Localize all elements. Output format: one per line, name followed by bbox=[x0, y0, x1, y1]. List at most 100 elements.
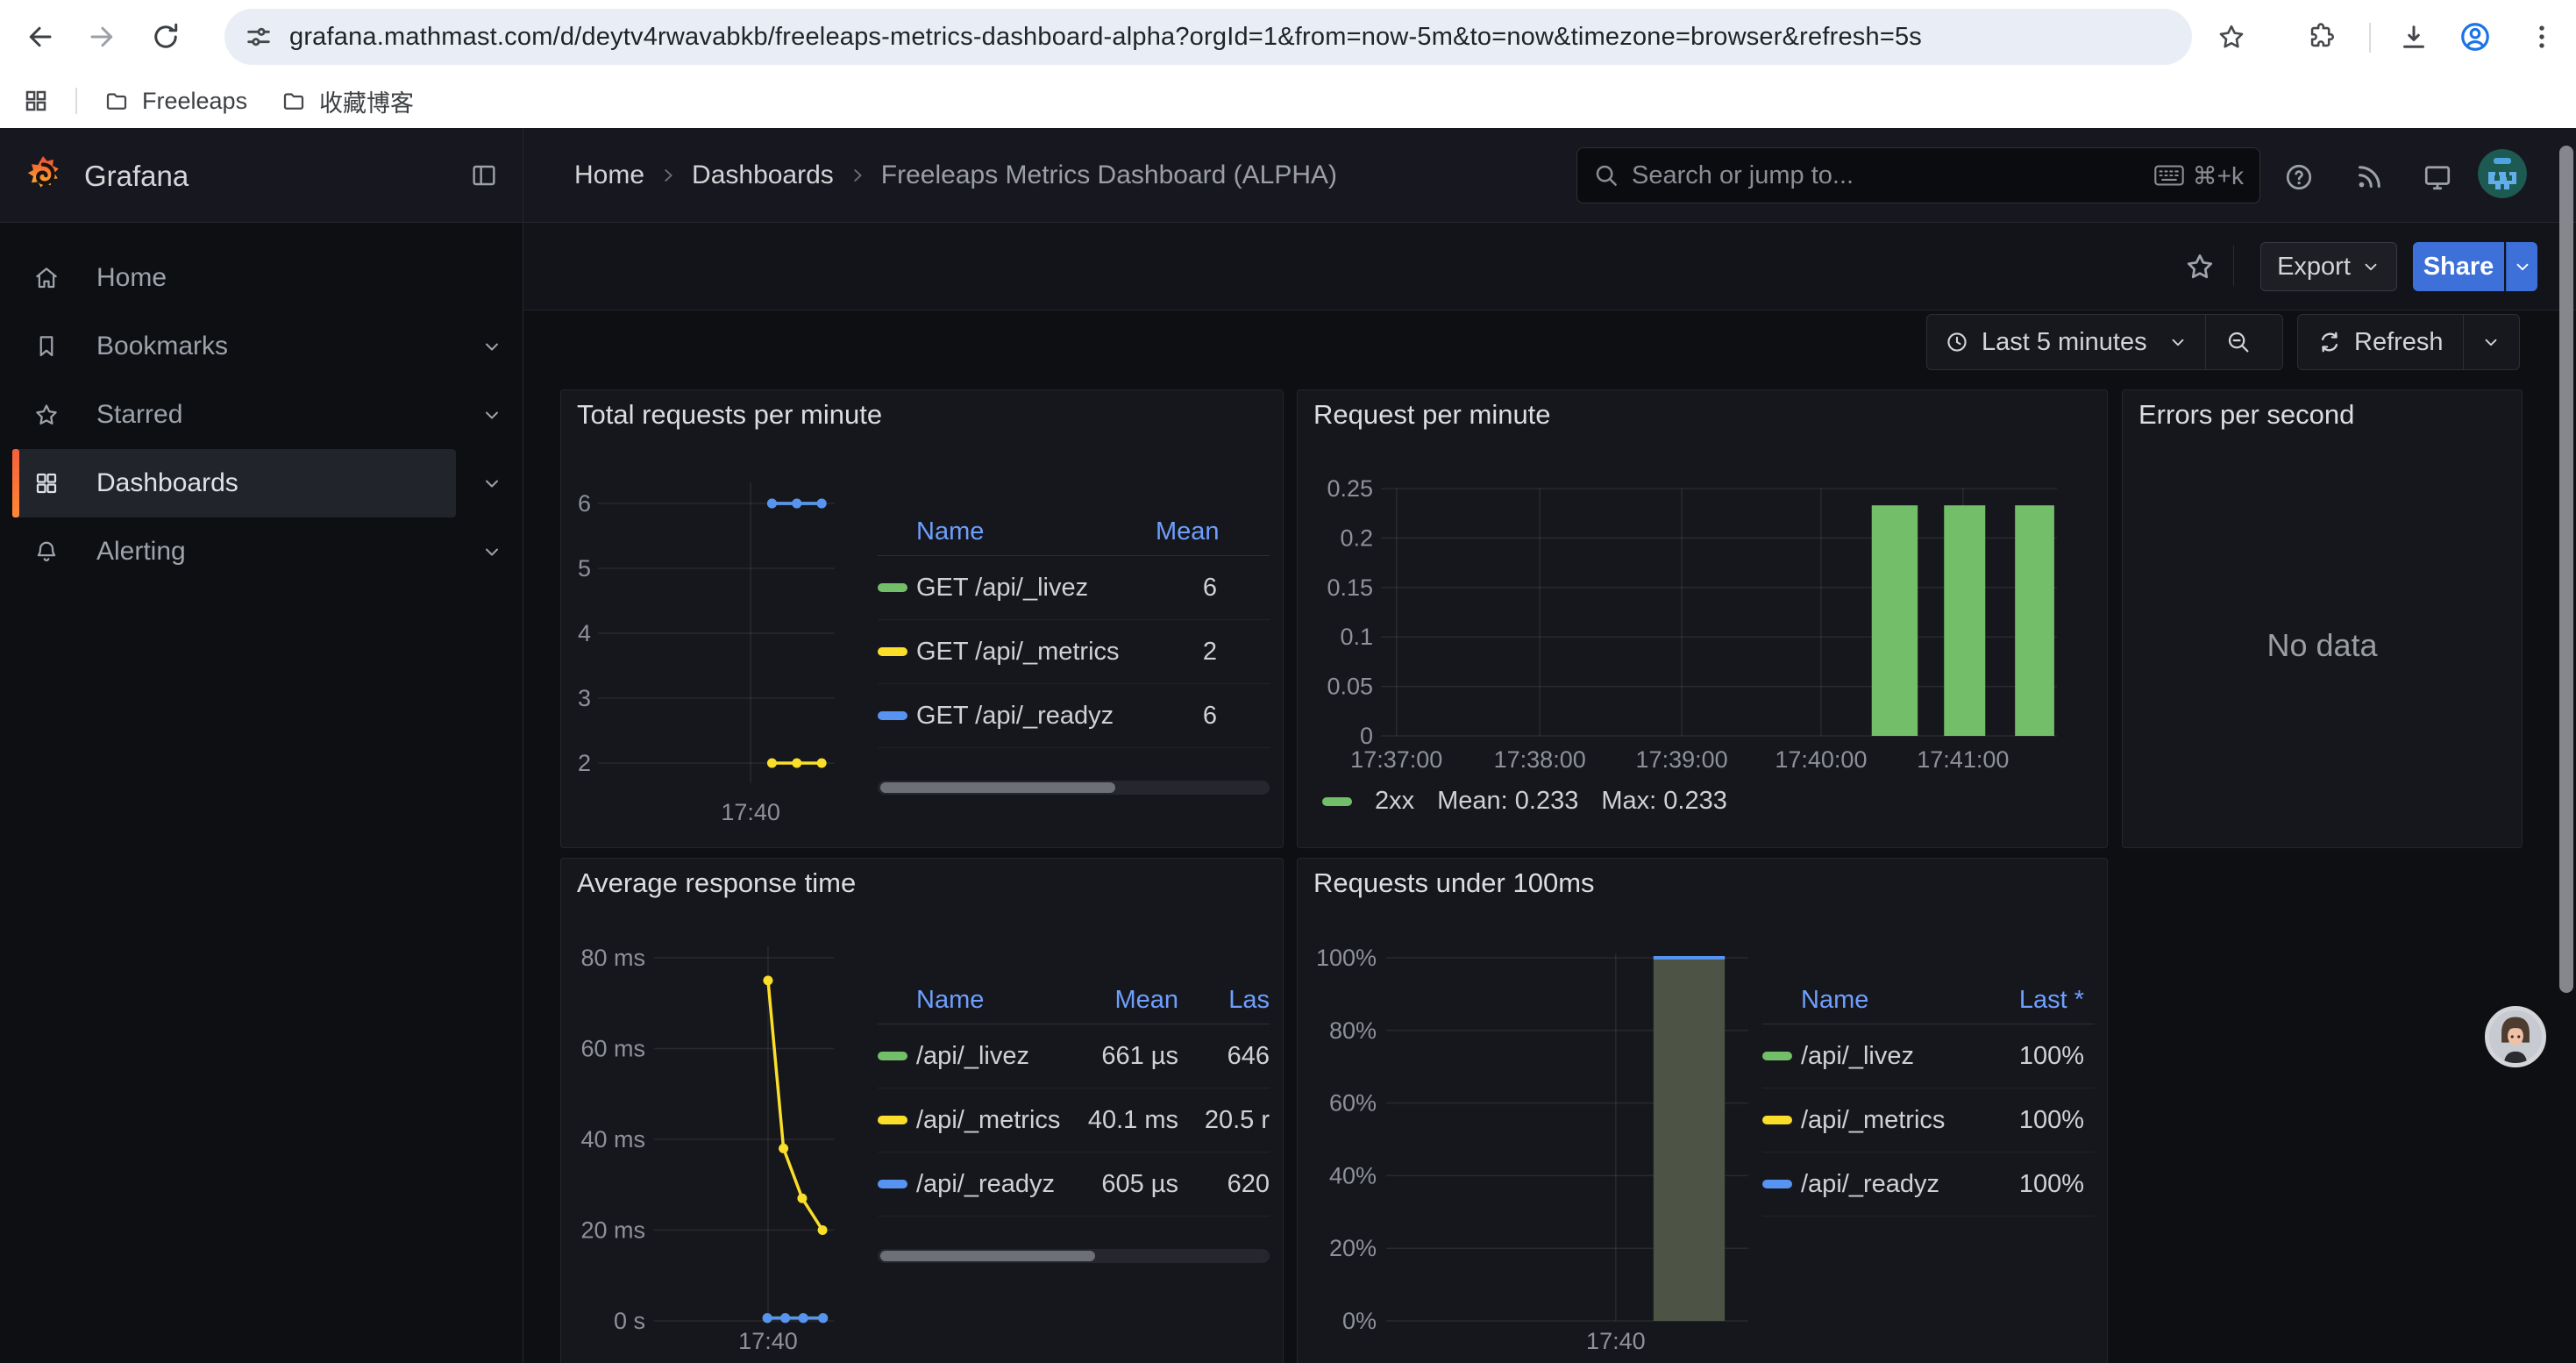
svg-text:0: 0 bbox=[1360, 723, 1373, 749]
svg-text:5: 5 bbox=[578, 555, 591, 582]
sidebar-item-bookmarks[interactable]: Bookmarks bbox=[12, 312, 456, 381]
series-name[interactable]: /api/_livez bbox=[916, 1042, 1075, 1071]
collapse-sidebar-button[interactable] bbox=[466, 158, 502, 193]
share-menu-button[interactable] bbox=[2506, 242, 2537, 291]
sidebar-item-label: Dashboards bbox=[96, 468, 238, 498]
series-name[interactable]: /api/_metrics bbox=[1801, 1106, 1996, 1135]
svg-text:60%: 60% bbox=[1329, 1090, 1377, 1117]
folder-icon bbox=[281, 88, 307, 114]
panel-title[interactable]: Average response time bbox=[577, 867, 856, 899]
user-avatar[interactable] bbox=[2478, 149, 2527, 198]
favorite-dashboard-button[interactable] bbox=[2181, 247, 2219, 286]
refresh-interval-button[interactable] bbox=[2463, 315, 2519, 369]
browser-menu-button[interactable] bbox=[2518, 13, 2565, 61]
series-name[interactable]: /api/_livez bbox=[1801, 1042, 1996, 1071]
series-name[interactable]: /api/_readyz bbox=[916, 1170, 1075, 1199]
refresh-button[interactable]: Refresh bbox=[2298, 315, 2463, 369]
downloads-button[interactable] bbox=[2390, 13, 2437, 61]
legend-col-mean[interactable]: Mean bbox=[1075, 986, 1178, 1015]
bookmark-folder-freeleaps[interactable]: Freeleaps bbox=[91, 81, 260, 121]
back-button[interactable] bbox=[16, 13, 63, 61]
bookmark-icon bbox=[33, 333, 60, 360]
legend-col-name[interactable]: Name bbox=[916, 517, 1156, 546]
profile-button[interactable] bbox=[2451, 13, 2499, 61]
sidebar-item-starred[interactable]: Starred bbox=[12, 381, 456, 449]
legend-scrollbar[interactable] bbox=[878, 1249, 1270, 1263]
display-button[interactable] bbox=[2420, 160, 2455, 195]
page-scrollbar-thumb[interactable] bbox=[2559, 146, 2573, 993]
legend-table: NameMean GET /api/_livez6 GET /api/_metr… bbox=[878, 508, 1270, 748]
legend-col-mean[interactable]: Mean bbox=[1156, 517, 1270, 546]
search-input[interactable]: Search or jump to... ⌘+k bbox=[1576, 147, 2260, 203]
news-button[interactable] bbox=[2352, 160, 2387, 195]
svg-text:17:40: 17:40 bbox=[1586, 1328, 1646, 1354]
chevron-down-icon bbox=[2361, 257, 2380, 276]
star-icon bbox=[33, 402, 60, 428]
search-icon bbox=[1593, 162, 1619, 189]
legend-row: /api/_readyz100% bbox=[1762, 1152, 2095, 1217]
apps-grid-icon bbox=[23, 88, 49, 114]
series-name[interactable]: /api/_readyz bbox=[1801, 1170, 1996, 1199]
reload-button[interactable] bbox=[142, 13, 189, 61]
series-last: 646 bbox=[1178, 1042, 1270, 1071]
panel-title[interactable]: Request per minute bbox=[1313, 399, 1551, 431]
legend-col-name[interactable]: Name bbox=[1801, 986, 1996, 1015]
bookmark-page-button[interactable] bbox=[2208, 13, 2255, 61]
folder-icon bbox=[103, 88, 130, 114]
profile-icon bbox=[2459, 20, 2492, 54]
address-bar[interactable]: grafana.mathmast.com/d/deytv4rwavabkb/fr… bbox=[224, 9, 2192, 65]
series-swatch bbox=[878, 647, 907, 656]
apps-shortcut-button[interactable] bbox=[12, 77, 60, 125]
sidebar-item-alerting[interactable]: Alerting bbox=[12, 517, 456, 586]
url-text[interactable]: grafana.mathmast.com/d/deytv4rwavabkb/fr… bbox=[289, 23, 1922, 52]
series-name[interactable]: /api/_metrics bbox=[916, 1106, 1075, 1135]
chevron-down-icon[interactable] bbox=[479, 517, 505, 586]
chevron-down-icon[interactable] bbox=[479, 381, 505, 449]
zoom-out-time-button[interactable] bbox=[2205, 315, 2271, 369]
forward-button[interactable] bbox=[79, 13, 126, 61]
legend-table: NameLast * /api/_livez100% /api/_metrics… bbox=[1762, 976, 2095, 1217]
svg-text:40%: 40% bbox=[1329, 1162, 1377, 1188]
series-name[interactable]: GET /api/_livez bbox=[916, 574, 1156, 603]
share-button[interactable]: Share bbox=[2413, 242, 2504, 291]
girl-avatar-icon bbox=[2489, 1010, 2542, 1063]
three-dot-menu-icon bbox=[2527, 22, 2557, 52]
floating-assistant-avatar[interactable] bbox=[2485, 1006, 2546, 1067]
legend-scrollbar-thumb[interactable] bbox=[880, 1251, 1095, 1261]
legend-row: /api/_readyz605 µs620 bbox=[878, 1152, 1270, 1217]
legend-col-last[interactable]: Last * bbox=[1996, 986, 2095, 1015]
breadcrumb-home[interactable]: Home bbox=[574, 161, 644, 190]
breadcrumb-dashboards[interactable]: Dashboards bbox=[692, 161, 834, 190]
sidebar-item-home[interactable]: Home bbox=[12, 244, 456, 312]
sidebar-item-label: Bookmarks bbox=[96, 332, 228, 361]
time-range-button[interactable]: Last 5 minutes bbox=[1927, 315, 2205, 369]
chevron-down-icon[interactable] bbox=[479, 312, 505, 381]
panel-title[interactable]: Requests under 100ms bbox=[1313, 867, 1595, 899]
no-data-message: No data bbox=[2123, 627, 2522, 664]
time-range-picker: Last 5 minutes bbox=[1926, 314, 2283, 370]
legend-inline: 2xx Mean: 0.233 Max: 0.233 bbox=[1322, 787, 1727, 816]
help-button[interactable] bbox=[2281, 160, 2316, 195]
legend-row: /api/_metrics100% bbox=[1762, 1088, 2095, 1152]
series-name[interactable]: GET /api/_metrics bbox=[916, 638, 1156, 667]
svg-text:40 ms: 40 ms bbox=[580, 1126, 645, 1152]
export-button[interactable]: Export bbox=[2260, 242, 2397, 291]
site-settings-icon[interactable] bbox=[244, 22, 274, 52]
svg-text:100%: 100% bbox=[1316, 945, 1377, 971]
panel-title[interactable]: Total requests per minute bbox=[577, 399, 882, 431]
grafana-logo[interactable] bbox=[23, 154, 63, 198]
panel-title[interactable]: Errors per second bbox=[2138, 399, 2354, 431]
legend-row: GET /api/_metrics2 bbox=[878, 620, 1270, 684]
legend-scrollbar-thumb[interactable] bbox=[880, 782, 1115, 793]
series-name[interactable]: 2xx bbox=[1375, 787, 1414, 816]
series-name[interactable]: GET /api/_readyz bbox=[916, 702, 1156, 731]
series-mean: 2 bbox=[1156, 638, 1270, 667]
extensions-button[interactable] bbox=[2297, 13, 2345, 61]
svg-text:80%: 80% bbox=[1329, 1017, 1377, 1044]
chevron-down-icon[interactable] bbox=[479, 449, 505, 517]
bookmark-folder-blogs[interactable]: 收藏博客 bbox=[268, 81, 426, 121]
legend-col-name[interactable]: Name bbox=[916, 986, 1075, 1015]
legend-col-last[interactable]: Las bbox=[1178, 986, 1270, 1015]
sidebar-item-dashboards[interactable]: Dashboards bbox=[12, 449, 456, 517]
legend-scrollbar[interactable] bbox=[878, 781, 1270, 795]
